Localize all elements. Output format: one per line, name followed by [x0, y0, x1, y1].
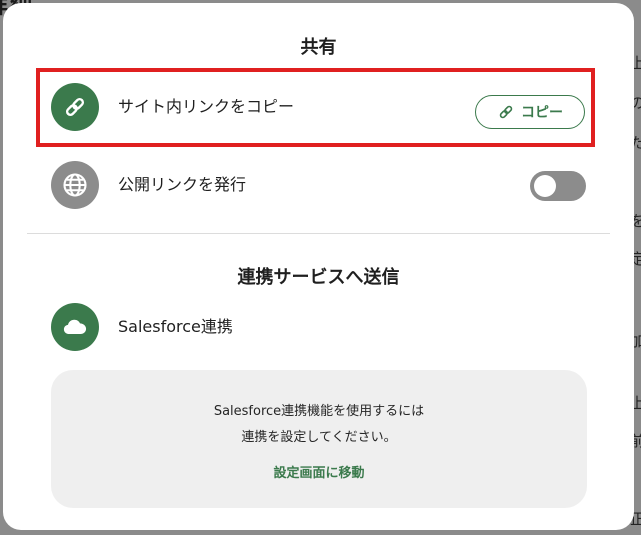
toggle-knob — [534, 175, 556, 197]
salesforce-label: Salesforce連携 — [118, 317, 233, 336]
info-line-1: Salesforce連携機能を使用するには — [213, 404, 425, 419]
info-line-2: 連携を設定してください。 — [241, 430, 397, 445]
integrations-section-title: 連携サービスへ送信 — [237, 267, 400, 288]
public-link-label: 公開リンクを発行 — [118, 175, 247, 194]
highlight-annotation — [36, 68, 595, 147]
share-modal: 共有 サイト内リンクをコピー コピー 公開リンクを発行 連携サービスへ送信 Sa… — [3, 3, 634, 530]
cloud-icon — [51, 303, 99, 351]
go-to-settings-link[interactable]: 設定画面に移動 — [51, 462, 587, 481]
globe-icon — [51, 161, 99, 209]
public-link-toggle[interactable] — [530, 171, 586, 201]
share-section-title: 共有 — [300, 37, 337, 58]
salesforce-info-panel: Salesforce連携機能を使用するには 連携を設定してください。 設定画面に… — [51, 370, 587, 508]
section-divider — [27, 233, 610, 234]
